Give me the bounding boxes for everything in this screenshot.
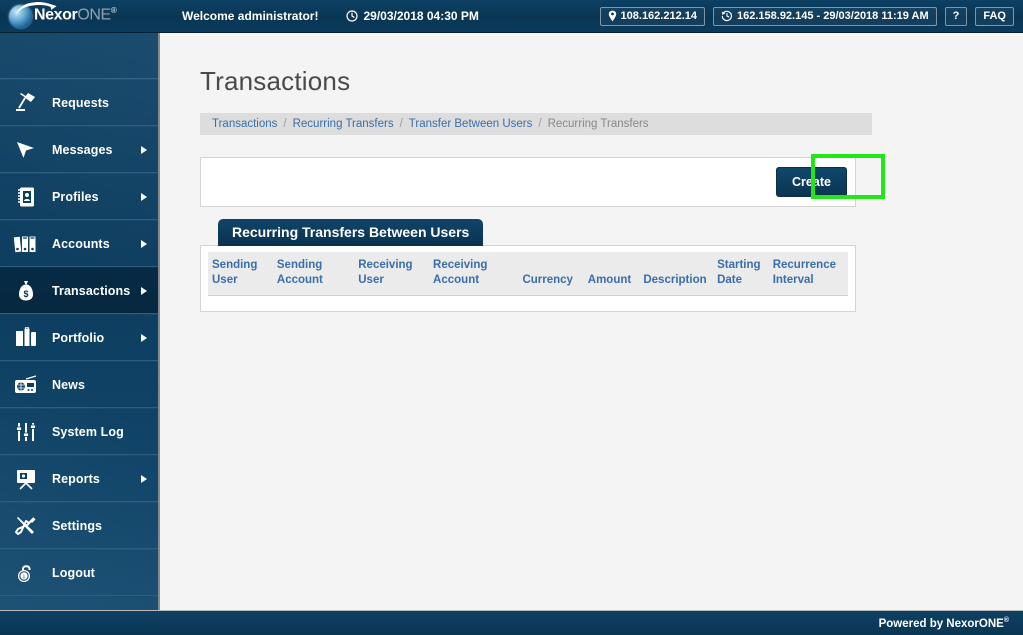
recurring-transfers-table: Sending User Sending Account Receiving U… (208, 252, 848, 302)
sidebar-item-label: Accounts (52, 236, 110, 251)
current-ip-badge: 108.162.212.14 (599, 6, 705, 26)
sidebar-item-label: Portfolio (52, 330, 105, 345)
column-header-receiving-user[interactable]: Receiving User (354, 252, 430, 296)
presentation-icon (0, 468, 52, 490)
sidebar-item-label: Reports (52, 471, 100, 486)
sidebar-item-logout[interactable]: i Logout (0, 549, 158, 596)
sidebar-item-requests[interactable]: Requests (0, 79, 158, 126)
transfers-table-card: Sending User Sending Account Receiving U… (200, 245, 856, 312)
breadcrumb: Transactions / Recurring Transfers / Tra… (200, 113, 872, 135)
money-bag-icon: $ (0, 280, 52, 302)
sidebar-item-label: Requests (52, 95, 110, 110)
column-header-sending-account[interactable]: Sending Account (272, 252, 355, 296)
brand-logo[interactable]: NexorONE® (0, 0, 160, 33)
sidebar-item-label: Logout (52, 565, 95, 580)
column-header-recurrence-interval[interactable]: Recurrence Interval (768, 252, 848, 296)
chevron-right-icon (141, 145, 147, 154)
padlock-open-icon: i (0, 562, 52, 584)
sidebar-item-news[interactable]: News (0, 361, 158, 408)
breadcrumb-item-transactions[interactable]: Transactions (212, 118, 277, 130)
sidebar-item-transactions[interactable]: $ Transactions (0, 267, 158, 314)
current-ip-text: 108.162.212.14 (620, 10, 697, 22)
desk-lamp-icon (0, 92, 52, 114)
top-bar-right-group: 108.162.212.14 162.158.92.145 - 29/03/20… (599, 6, 1023, 26)
column-header-sending-user[interactable]: Sending User (208, 252, 273, 296)
page-title: Transactions (200, 66, 351, 96)
breadcrumb-separator: / (283, 118, 287, 130)
page-footer: Powered by NexorONE® (0, 610, 1023, 635)
column-header-receiving-account[interactable]: Receiving Account (429, 252, 519, 296)
sidebar-item-accounts[interactable]: Accounts (0, 220, 158, 267)
history-clock-icon (721, 10, 733, 22)
logo-text: NexorONE® (34, 5, 117, 24)
help-button[interactable]: ? (944, 6, 968, 26)
top-bar: NexorONE® Welcome administrator! 29/03/2… (0, 0, 1023, 33)
table-body (208, 296, 848, 302)
breadcrumb-separator: / (538, 118, 542, 130)
chevron-right-icon (141, 192, 147, 201)
tools-icon (0, 515, 52, 537)
chevron-right-icon (141, 239, 147, 248)
logo-primary-text: Nexor (34, 5, 78, 23)
last-login-text: 162.158.92.145 - 29/03/2018 11:19 AM (737, 10, 929, 22)
breadcrumb-item-transfer-between-users[interactable]: Transfer Between Users (409, 118, 533, 130)
current-datetime: 29/03/2018 04:30 PM (346, 9, 479, 23)
sidebar-item-label: Profiles (52, 189, 99, 204)
faq-button[interactable]: FAQ (975, 6, 1014, 26)
sidebar-item-label: System Log (52, 424, 124, 439)
location-pin-icon (608, 10, 617, 22)
clock-icon (346, 10, 359, 22)
sidebar-top-spacer (0, 33, 158, 79)
column-header-starting-date[interactable]: Starting Date (713, 252, 769, 296)
sidebar-item-reports[interactable]: Reports (0, 455, 158, 502)
application-window: NexorONE® Welcome administrator! 29/03/2… (0, 0, 1023, 635)
logo-secondary-text: ONE (77, 5, 111, 23)
address-book-icon (0, 186, 52, 208)
sidebar-navigation: Requests Messages Profiles Accounts $ Tr… (0, 33, 160, 610)
svg-text:$: $ (23, 289, 28, 299)
briefcase-icon (0, 326, 52, 349)
logo-registered-mark: ® (110, 5, 117, 15)
tab-recurring-transfers-between-users[interactable]: Recurring Transfers Between Users (218, 219, 484, 246)
cursor-arrow-icon (0, 139, 52, 161)
breadcrumb-item-recurring-transfers[interactable]: Recurring Transfers (293, 118, 394, 130)
column-header-amount[interactable]: Amount (583, 252, 640, 296)
main-content: Transactions Transactions / Recurring Tr… (162, 33, 1023, 610)
binders-icon (0, 233, 52, 255)
sidebar-item-label: Settings (52, 518, 103, 533)
sliders-icon (0, 421, 52, 443)
column-header-currency[interactable]: Currency (518, 252, 584, 296)
sidebar-item-profiles[interactable]: Profiles (0, 173, 158, 220)
footer-credit-text: Powered by NexorONE (878, 617, 1004, 630)
column-header-description[interactable]: Description (639, 252, 714, 296)
sidebar-item-system-log[interactable]: System Log (0, 408, 158, 455)
breadcrumb-separator: / (399, 118, 403, 130)
sidebar-item-settings[interactable]: Settings (0, 502, 158, 549)
svg-text:i: i (23, 573, 25, 581)
sidebar-item-label: Messages (52, 142, 113, 157)
sidebar-item-label: News (52, 377, 86, 392)
footer-credit: Powered by NexorONE® (879, 617, 1023, 630)
sidebar-item-label: Transactions (52, 283, 131, 298)
chevron-right-icon (141, 286, 147, 295)
action-panel: Create (200, 154, 885, 207)
footer-registered-mark: ® (1003, 616, 1009, 624)
sidebar-item-portfolio[interactable]: Portfolio (0, 314, 158, 361)
breadcrumb-item-current: Recurring Transfers (547, 118, 649, 130)
radio-icon (0, 374, 52, 395)
chevron-right-icon (141, 333, 147, 342)
create-button[interactable]: Create (776, 167, 847, 197)
table-header-row: Sending User Sending Account Receiving U… (208, 252, 848, 296)
welcome-message: Welcome administrator! (182, 9, 319, 23)
sidebar-item-messages[interactable]: Messages (0, 126, 158, 173)
datetime-text: 29/03/2018 04:30 PM (363, 9, 479, 23)
table-empty-row (208, 296, 848, 302)
last-login-badge: 162.158.92.145 - 29/03/2018 11:19 AM (713, 6, 937, 26)
chevron-right-icon (141, 474, 147, 483)
